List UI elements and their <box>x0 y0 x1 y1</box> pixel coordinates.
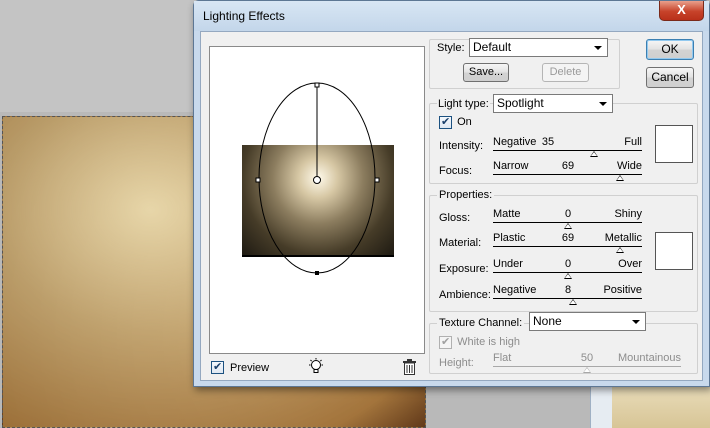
material-color-swatch[interactable] <box>655 232 693 270</box>
light-color-swatch[interactable] <box>655 125 693 163</box>
exposure-slider[interactable]: Under 0 Over <box>493 258 642 282</box>
focus-slider[interactable]: Narrow 69 Wide <box>493 160 642 184</box>
focus-value: 69 <box>561 160 575 172</box>
intensity-thumb[interactable] <box>590 151 598 157</box>
ambience-value: 8 <box>564 284 572 296</box>
intensity-value: 35 <box>541 136 555 148</box>
dialog-body: Preview Style: Default Save... Delete <box>200 31 703 381</box>
white-is-high-label: White is high <box>457 336 521 349</box>
gloss-thumb[interactable] <box>564 223 572 229</box>
light-ellipse-control[interactable] <box>210 47 426 355</box>
light-bulb-icon[interactable] <box>307 358 325 376</box>
texture-channel-value: None <box>533 314 562 328</box>
gloss-low-label: Matte <box>493 208 521 220</box>
light-on-label: On <box>457 116 472 129</box>
gloss-slider[interactable]: Matte 0 Shiny <box>493 208 642 232</box>
exposure-value: 0 <box>564 258 572 270</box>
texture-channel-legend: Texture Channel: <box>437 317 525 329</box>
ambience-thumb[interactable] <box>569 299 577 305</box>
focus-low-label: Narrow <box>493 160 529 172</box>
ambience-high-label: Positive <box>603 284 642 296</box>
height-slider: Flat 50 Mountainous <box>493 352 681 376</box>
preview-panel[interactable] <box>209 46 425 354</box>
gloss-label: Gloss: <box>439 212 471 224</box>
intensity-slider[interactable]: Negative 35 Full <box>493 136 642 160</box>
ambience-label: Ambience: <box>439 289 491 301</box>
ambience-low-label: Negative <box>493 284 537 296</box>
material-label: Material: <box>439 237 482 249</box>
light-type-select-value: Spotlight <box>497 96 544 110</box>
material-thumb[interactable] <box>616 247 624 253</box>
chevron-down-icon <box>632 320 640 324</box>
light-on-toggle[interactable]: On <box>439 115 472 129</box>
cancel-button[interactable]: Cancel <box>646 67 694 88</box>
close-button[interactable]: X <box>659 1 704 21</box>
ambience-slider[interactable]: Negative 8 Positive <box>493 284 642 308</box>
exposure-high-label: Over <box>618 258 642 270</box>
height-low-label: Flat <box>493 352 512 364</box>
material-slider[interactable]: Plastic 69 Metallic <box>493 232 642 256</box>
height-value: 50 <box>580 352 594 364</box>
chevron-down-icon <box>599 102 607 106</box>
light-type-label: Light type: <box>437 98 490 110</box>
preview-label: Preview <box>230 362 270 374</box>
gloss-high-label: Shiny <box>614 208 642 220</box>
save-button[interactable]: Save... <box>463 63 509 82</box>
material-low-label: Plastic <box>493 232 526 244</box>
ambience-track[interactable] <box>493 298 642 299</box>
exposure-thumb[interactable] <box>564 273 572 279</box>
document-canvas-secondary <box>612 386 710 428</box>
style-select[interactable]: Default <box>469 38 608 57</box>
style-label: Style: <box>437 42 465 54</box>
material-high-label: Metallic <box>604 232 642 244</box>
properties-legend: Properties: <box>437 189 495 201</box>
height-high-label: Mountainous <box>618 352 681 364</box>
material-value: 69 <box>561 232 575 244</box>
workspace-strip <box>590 386 612 428</box>
intensity-label: Intensity: <box>439 140 484 152</box>
style-select-value: Default <box>473 40 512 54</box>
chevron-down-icon <box>594 46 602 50</box>
white-is-high-checkbox <box>439 335 452 349</box>
intensity-high-label: Full <box>624 136 642 148</box>
focus-label: Focus: <box>439 165 473 177</box>
height-label: Height: <box>439 357 474 369</box>
focus-thumb[interactable] <box>616 175 624 181</box>
trash-icon[interactable] <box>402 359 417 375</box>
lighting-effects-dialog: Lighting Effects X Preview <box>193 0 710 387</box>
ok-button[interactable]: OK <box>646 39 694 60</box>
texture-channel-select[interactable]: None <box>529 312 646 331</box>
dialog-title: Lighting Effects <box>203 9 285 23</box>
focus-high-label: Wide <box>616 160 642 172</box>
light-on-checkbox[interactable] <box>439 115 452 129</box>
preview-toggle[interactable]: Preview <box>211 360 269 377</box>
light-type-select[interactable]: Spotlight <box>493 94 613 113</box>
delete-button[interactable]: Delete <box>542 63 589 82</box>
preview-checkbox[interactable] <box>211 360 224 374</box>
intensity-track[interactable] <box>493 150 642 151</box>
close-icon: X <box>677 2 686 17</box>
height-thumb <box>583 367 591 373</box>
exposure-label: Exposure: <box>439 263 489 275</box>
white-is-high-toggle: White is high <box>439 335 521 349</box>
exposure-low-label: Under <box>493 258 523 270</box>
dialog-titlebar[interactable]: Lighting Effects X <box>194 1 709 31</box>
gloss-value: 0 <box>564 208 572 220</box>
